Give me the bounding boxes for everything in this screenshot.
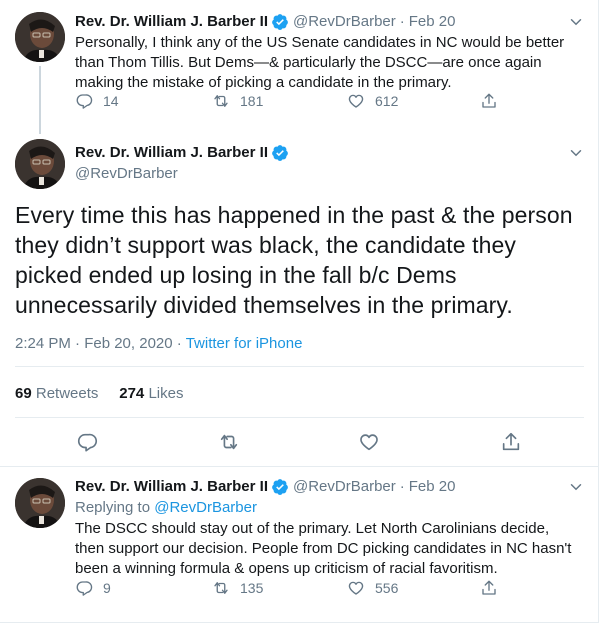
tweet-header: Rev. Dr. William J. Barber II [75, 143, 289, 163]
verified-icon [272, 145, 288, 161]
tweet-actions [0, 431, 599, 455]
likes-stat[interactable]: 274 Likes [119, 385, 183, 402]
retweet-button[interactable]: 135 [212, 579, 312, 597]
replying-to: Replying to @RevDrBarber [75, 498, 257, 518]
like-count: 556 [375, 580, 399, 596]
tweet-header: Rev. Dr. William J. Barber II @RevDrBarb… [75, 12, 455, 32]
retweet-label: Retweets [35, 385, 99, 402]
chevron-down-icon[interactable] [567, 478, 585, 496]
reply-button[interactable]: 9 [75, 579, 175, 597]
tweet-text: Every time this has happened in the past… [15, 202, 573, 318]
share-icon[interactable] [500, 431, 522, 453]
handle[interactable]: @RevDrBarber [293, 477, 396, 497]
retweet-count: 135 [240, 580, 264, 596]
reply-icon[interactable] [76, 431, 98, 453]
display-name[interactable]: Rev. Dr. William J. Barber II [75, 12, 268, 32]
like-total: 274 [119, 385, 145, 402]
retweets-stat[interactable]: 69 Retweets [15, 385, 98, 402]
tweet-text: Personally, I think any of the US Senate… [75, 34, 565, 91]
separator-dot: · [176, 335, 182, 352]
tweet-meta: 2:24 PM · Feb 20, 2020 · Twitter for iPh… [15, 334, 302, 354]
source-app-link[interactable]: Twitter for iPhone [186, 335, 303, 352]
like-button[interactable]: 556 [347, 579, 447, 597]
avatar[interactable] [15, 139, 65, 189]
divider [15, 417, 584, 418]
reply-icon [76, 94, 93, 109]
verified-icon [272, 14, 288, 30]
reply-button[interactable]: 14 [75, 92, 175, 110]
tweet-text: The DSCC should stay out of the primary.… [75, 520, 572, 577]
timestamp[interactable]: 2:24 PM · Feb 20, 2020 [15, 335, 173, 352]
reply-icon [76, 581, 93, 596]
reply-count: 14 [103, 93, 119, 109]
share-button[interactable] [480, 579, 498, 597]
retweet-icon [214, 95, 228, 107]
share-icon [482, 580, 496, 595]
timestamp[interactable]: Feb 20 [409, 477, 456, 497]
tweet-header: Rev. Dr. William J. Barber II @RevDrBarb… [75, 477, 455, 497]
handle[interactable]: @RevDrBarber [75, 164, 178, 184]
verified-icon [272, 479, 288, 495]
display-name[interactable]: Rev. Dr. William J. Barber II [75, 143, 268, 163]
separator-dot: · [399, 13, 405, 30]
thread-line [39, 66, 41, 134]
avatar[interactable] [15, 478, 65, 528]
divider [0, 466, 599, 467]
retweet-icon [214, 582, 228, 594]
like-label: Likes [148, 385, 184, 402]
divider [15, 366, 584, 367]
retweet-button[interactable]: 181 [212, 92, 312, 110]
chevron-down-icon[interactable] [567, 144, 585, 162]
like-count: 612 [375, 93, 399, 109]
like-icon[interactable] [358, 431, 380, 453]
handle[interactable]: @RevDrBarber [293, 12, 396, 32]
tweet-stats: 69 Retweets 274 Likes [15, 384, 183, 404]
like-button[interactable]: 612 [347, 92, 447, 110]
retweet-count: 181 [240, 93, 264, 109]
like-icon [348, 94, 364, 108]
reply-count: 9 [103, 580, 111, 596]
avatar[interactable] [15, 12, 65, 62]
retweet-total: 69 [15, 385, 32, 402]
retweet-icon[interactable] [218, 431, 240, 453]
chevron-down-icon[interactable] [567, 13, 585, 31]
replying-to-label: Replying to [75, 499, 151, 516]
display-name[interactable]: Rev. Dr. William J. Barber II [75, 477, 268, 497]
like-icon [348, 581, 364, 595]
separator-dot: · [399, 478, 405, 495]
share-icon [482, 93, 496, 108]
replying-to-link[interactable]: @RevDrBarber [154, 499, 257, 516]
timestamp[interactable]: Feb 20 [409, 12, 456, 32]
share-button[interactable] [480, 92, 498, 110]
